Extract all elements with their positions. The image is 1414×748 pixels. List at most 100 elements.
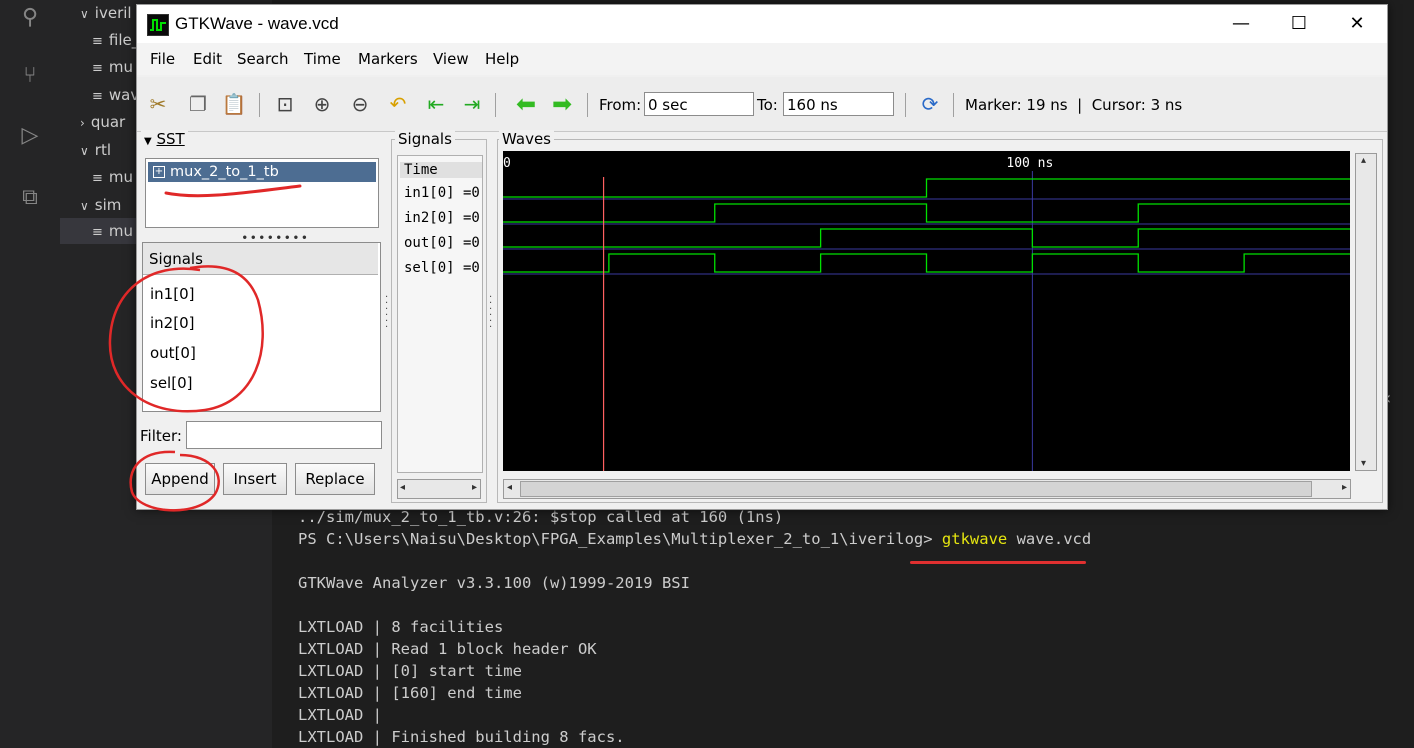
sst-label[interactable]: ▼ SST: [141, 130, 188, 148]
file-lines-icon: ≡: [92, 61, 103, 76]
pane-resize-grip[interactable]: · · · · · ·: [489, 293, 493, 333]
menu-bar: File Edit Search Time Markers View Help: [137, 43, 1387, 75]
signal-name-row[interactable]: in1[0] =0: [404, 185, 482, 201]
time-start-label: 0: [503, 156, 511, 171]
signal-name-row[interactable]: in2[0] =0: [404, 210, 482, 226]
copy-icon[interactable]: ❐: [185, 91, 211, 117]
waves-horizontal-scrollbar[interactable]: ◂ ▸: [503, 479, 1351, 499]
next-edge-icon[interactable]: ➡: [549, 91, 575, 117]
append-button[interactable]: Append: [145, 463, 215, 495]
terminal-line: LXTLOAD |: [298, 706, 382, 724]
expander-down-icon: ▼: [144, 136, 152, 147]
zoom-in-icon[interactable]: ⊕: [309, 91, 335, 117]
chevron-right-icon: ›: [80, 116, 85, 130]
maximize-button[interactable]: ☐: [1279, 11, 1319, 37]
expand-plus-icon[interactable]: +: [153, 166, 165, 178]
menu-file[interactable]: File: [150, 50, 175, 68]
signal-list-item[interactable]: in1[0]: [150, 285, 194, 303]
signal-list-item[interactable]: in2[0]: [150, 314, 194, 332]
tree-folder-iverilog[interactable]: ∨ iveril: [80, 0, 132, 26]
menu-time[interactable]: Time: [304, 50, 341, 68]
zoom-begin-icon[interactable]: ⇤: [423, 91, 449, 117]
insert-button[interactable]: Insert: [223, 463, 287, 495]
file-lines-icon: ≡: [92, 89, 103, 104]
tree-folder-sim[interactable]: ∨ sim: [80, 192, 121, 218]
scroll-right-icon[interactable]: ▸: [472, 482, 477, 493]
toolbar-separator: [953, 93, 954, 117]
scroll-thumb[interactable]: [520, 481, 1312, 497]
zoom-out-icon[interactable]: ⊖: [347, 91, 373, 117]
toolbar-separator: [587, 93, 588, 117]
sst-tree-item[interactable]: + mux_2_to_1_tb: [148, 162, 376, 182]
paste-icon[interactable]: 📋: [221, 91, 247, 117]
activity-bar: ⚲ ⑂ ▷ ⧉: [0, 0, 60, 748]
signal-name-row[interactable]: sel[0] =0: [404, 260, 482, 276]
toolbar-separator: [905, 93, 906, 117]
file-lines-icon: ≡: [92, 225, 103, 240]
signal-list-item[interactable]: out[0]: [150, 344, 196, 362]
marker-cursor-readout: Marker: 19 ns | Cursor: 3 ns: [965, 96, 1183, 114]
prev-edge-icon[interactable]: ⬅: [513, 91, 539, 117]
tree-folder-quartus[interactable]: › quar: [80, 109, 125, 135]
menu-help[interactable]: Help: [485, 50, 519, 68]
zoom-end-icon[interactable]: ⇥: [459, 91, 485, 117]
scroll-left-icon[interactable]: ◂: [400, 482, 405, 493]
menu-view[interactable]: View: [433, 50, 469, 68]
terminal-command-arg: wave.vcd: [1007, 530, 1092, 548]
terminal-line: LXTLOAD | 8 facilities: [298, 618, 504, 636]
sst-tree: + mux_2_to_1_tb: [145, 158, 379, 228]
menu-search[interactable]: Search: [237, 50, 289, 68]
from-time-input[interactable]: 0 sec: [644, 92, 754, 116]
waveform-svg: 0 100 ns: [503, 156, 1350, 471]
run-debug-icon[interactable]: ▷: [16, 122, 44, 150]
close-button[interactable]: ✕: [1337, 11, 1377, 37]
pane-resize-grip[interactable]: · · · · · ·: [385, 293, 389, 333]
terminal-line: LXTLOAD | Finished building 8 facs.: [298, 728, 625, 746]
signal-name-row[interactable]: out[0] =0: [404, 235, 482, 251]
time-row[interactable]: Time: [400, 162, 482, 178]
file-lines-icon: ≡: [92, 171, 103, 186]
tree-file[interactable]: ≡ file_: [92, 27, 139, 53]
waveform-trace: [503, 203, 1350, 223]
terminal-panel[interactable]: ../sim/mux_2_to_1_tb.v:26: $stop called …: [272, 505, 1414, 748]
signals-list-header[interactable]: Signals: [143, 243, 378, 275]
tree-file[interactable]: ≡ mu: [92, 164, 133, 190]
reload-icon[interactable]: ⟳: [917, 91, 943, 117]
from-label: From:: [599, 96, 642, 114]
source-control-icon[interactable]: ⑂: [16, 62, 44, 90]
toolbar: ✂ ❐ 📋 ⊡ ⊕ ⊖ ↶ ⇤ ⇥ ⬅ ➡ From: 0 sec To: 16…: [137, 77, 1387, 132]
menu-edit[interactable]: Edit: [193, 50, 222, 68]
waveform-trace: [503, 178, 1350, 198]
signal-list-item[interactable]: sel[0]: [150, 374, 192, 392]
filter-input[interactable]: [186, 421, 382, 449]
undo-zoom-icon[interactable]: ↶: [385, 91, 411, 117]
waves-vertical-scrollbar[interactable]: ▴ ▾: [1355, 153, 1377, 471]
signals-column-label: Signals: [395, 130, 455, 148]
terminal-command: gtkwave: [941, 530, 1008, 548]
scroll-left-icon[interactable]: ◂: [507, 482, 512, 493]
minimize-button[interactable]: —: [1221, 11, 1261, 37]
cut-icon[interactable]: ✂: [145, 91, 171, 117]
signals-list: Signals in1[0] in2[0] out[0] sel[0]: [142, 242, 381, 412]
signals-horizontal-scrollbar[interactable]: ◂ ▸: [397, 479, 481, 499]
terminal-line: LXTLOAD | Read 1 block header OK: [298, 640, 597, 658]
tree-file[interactable]: ≡ mu: [92, 54, 133, 80]
scroll-right-icon[interactable]: ▸: [1342, 482, 1347, 493]
to-time-input[interactable]: 160 ns: [783, 92, 894, 116]
zoom-fit-icon[interactable]: ⊡: [272, 91, 298, 117]
tree-file[interactable]: ≡ wav: [92, 82, 139, 108]
terminal-line: ../sim/mux_2_to_1_tb.v:26: $stop called …: [298, 508, 784, 526]
title-bar[interactable]: GTKWave - wave.vcd — ☐ ✕: [137, 5, 1387, 43]
waves-label: Waves: [499, 130, 554, 148]
scroll-down-icon[interactable]: ▾: [1361, 458, 1366, 469]
tree-folder-rtl[interactable]: ∨ rtl: [80, 137, 111, 163]
terminal-line: GTKWave Analyzer v3.3.100 (w)1999-2019 B…: [298, 574, 690, 592]
replace-button[interactable]: Replace: [295, 463, 375, 495]
time-mid-label: 100 ns: [1006, 156, 1053, 171]
waveform-canvas[interactable]: 0 100 ns: [503, 151, 1350, 471]
search-icon[interactable]: ⚲: [16, 4, 44, 32]
extensions-icon[interactable]: ⧉: [16, 184, 44, 212]
menu-markers[interactable]: Markers: [358, 50, 418, 68]
terminal-line: LXTLOAD | [0] start time: [298, 662, 522, 680]
scroll-up-icon[interactable]: ▴: [1361, 155, 1366, 166]
